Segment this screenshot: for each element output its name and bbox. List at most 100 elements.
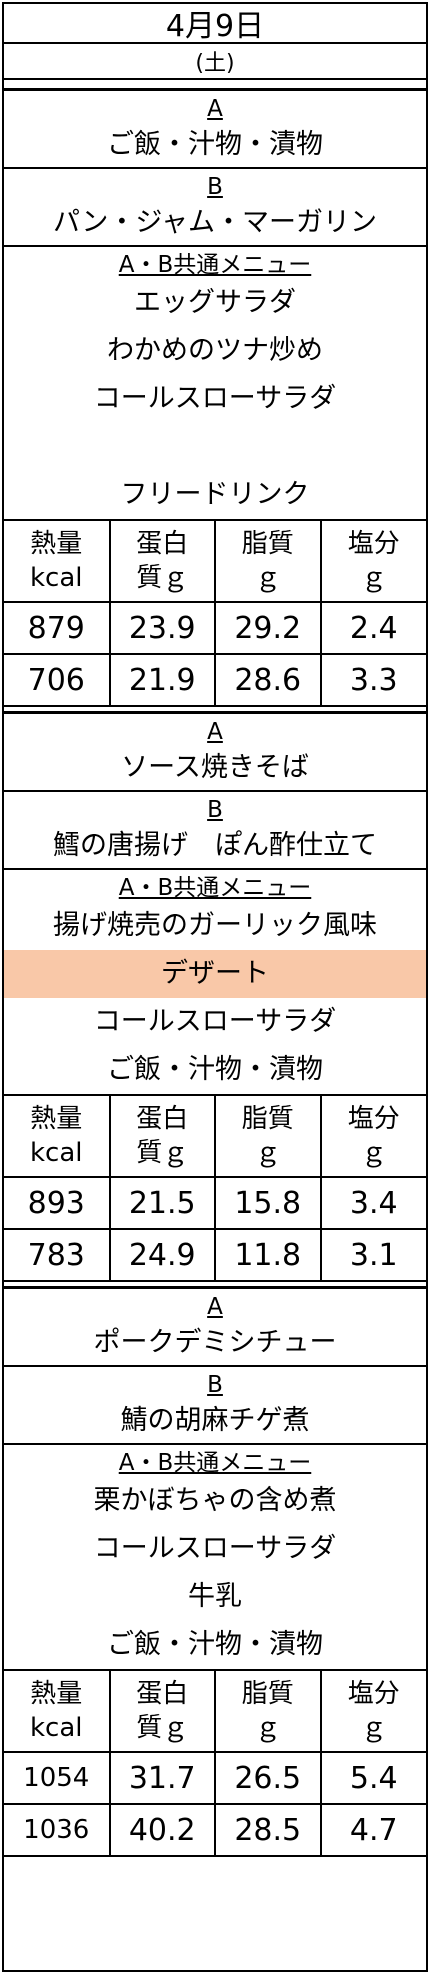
nutrition-header-cell: 熱量 kcal (4, 1096, 111, 1178)
option-a-label: A (207, 1294, 223, 1320)
nutrition-value-cell: 23.9 (108, 601, 216, 655)
nutrition-value-cell: 40.2 (108, 1803, 216, 1857)
nutrition-value-cell: 21.5 (108, 1176, 216, 1230)
nutrition-value-cell: 11.8 (214, 1228, 322, 1282)
header-divider (4, 80, 426, 91)
common-menu-label: A・B共通メニュー (118, 252, 312, 278)
option-a-block: A ポークデミシチュー (4, 1289, 426, 1367)
common-menu-label: A・B共通メニュー (118, 1450, 312, 1476)
nutrition-header-unit: 質ｇ (136, 563, 189, 593)
common-menu-block: A・B共通メニュー揚げ焼売のガーリック風味デザートコールスローサラダ ご飯・汁物・… (4, 870, 426, 1096)
nutrition-header-cell: 脂質 ｇ (214, 1671, 322, 1753)
nutrition-header-unit: kcal (29, 563, 83, 593)
nutrition-value-cell: 24.9 (108, 1228, 216, 1282)
nutrition-value-cell: 26.5 (214, 1751, 322, 1805)
nutrition-header-unit: kcal (29, 1138, 83, 1168)
nutrition-value-cell: 4.7 (319, 1803, 426, 1857)
option-a-dish: ポークデミシチュー (93, 1327, 337, 1358)
nutrition-header-name: 蛋白 (136, 529, 189, 559)
option-b-block: B 鱈の唐揚げ ぽん酢仕立て (4, 792, 426, 870)
nutrition-header-name: 脂質 (241, 1679, 294, 1709)
nutrition-header-cell: 塩分 ｇ (319, 521, 426, 603)
option-b-label: B (207, 1372, 223, 1398)
nutrition-header-name: 蛋白 (136, 1104, 189, 1134)
nutrition-value-cell: 28.6 (214, 653, 322, 707)
nutrition-value-row: 783 24.9 11.8 3.1 (4, 1228, 426, 1282)
menu-sheet: 4月9日 (土) A ご飯・汁物・漬物 B パン・ジャム・マーガリン A・B共通メニュー… (2, 2, 428, 1972)
common-menu-block: A・B共通メニューエッグサラダ わかめのツナ炒め コールスローサラダ フリードリンク (4, 247, 426, 521)
option-b-label: B (207, 174, 223, 200)
option-a-label: A (207, 96, 223, 122)
option-b-block: B パン・ジャム・マーガリン (4, 169, 426, 247)
nutrition-header-cell: 蛋白質ｇ (108, 1096, 216, 1178)
nutrition-header-name: 熱量 (30, 1679, 83, 1709)
nutrition-header-cell: 熱量 kcal (4, 1671, 111, 1753)
nutrition-value-cell: 31.7 (108, 1751, 216, 1805)
nutrition-header-name: 蛋白 (136, 1679, 189, 1709)
common-menu-item: コールスローサラダ (93, 383, 337, 414)
nutrition-header-unit: 質ｇ (136, 1138, 189, 1168)
common-menu-item: ご飯・汁物・漬物 (107, 1054, 323, 1085)
meal-section: A ソース焼きそば B 鱈の唐揚げ ぽん酢仕立て A・B共通メニュー 揚げ焼売のガーリック… (4, 714, 426, 1289)
option-a-dish: ご飯・汁物・漬物 (107, 129, 323, 160)
nutrition-header-cell: 脂質 ｇ (214, 1096, 322, 1178)
common-menu-item: 牛乳 (188, 1581, 242, 1612)
nutrition-header-unit: ｇ (254, 1713, 281, 1743)
nutrition-value-cell: 3.4 (319, 1176, 426, 1230)
common-menu-item: フリードリンク (120, 479, 310, 510)
nutrition-header-name: 熱量 (30, 1104, 83, 1134)
nutrition-value-row: 1036 40.2 28.5 4.7 (4, 1803, 426, 1857)
option-a-block: A ご飯・汁物・漬物 (4, 91, 426, 169)
nutrition-header-name: 塩分 (347, 529, 400, 559)
nutrition-value-row: 879 23.9 29.2 2.4 (4, 601, 426, 655)
nutrition-value-row: 893 21.5 15.8 3.4 (4, 1176, 426, 1230)
nutrition-value-cell: 5.4 (319, 1751, 426, 1805)
common-menu-item: 揚げ焼売のガーリック風味 (53, 910, 377, 941)
nutrition-header-unit: ｇ (254, 1138, 281, 1168)
nutrition-header-name: 塩分 (347, 1104, 400, 1134)
nutrition-header-cell: 蛋白質ｇ (108, 1671, 216, 1753)
nutrition-table: 熱量 kcal 蛋白質ｇ 脂質 ｇ 塩分 ｇ 1054 31.7 26.5 5.4 1036 40.2 2… (4, 1671, 426, 1857)
nutrition-header-name: 熱量 (30, 529, 83, 559)
option-a-block: A ソース焼きそば (4, 714, 426, 792)
common-menu-item: コールスローサラダ (93, 1006, 337, 1037)
nutrition-header-cell: 脂質 ｇ (214, 521, 322, 603)
nutrition-value-cell: 879 (4, 601, 111, 655)
option-a-dish: ソース焼きそば (121, 752, 309, 783)
nutrition-header-unit: ｇ (360, 563, 387, 593)
nutrition-header-cell: 熱量 kcal (4, 521, 111, 603)
menu-date: 4月9日 (4, 4, 426, 44)
nutrition-value-cell: 21.9 (108, 653, 216, 707)
common-menu-item: デザート (4, 950, 426, 998)
common-menu-item: エッグサラダ (134, 287, 296, 318)
nutrition-header-unit: 質ｇ (136, 1713, 189, 1743)
option-b-block: B 鯖の胡麻チゲ煮 (4, 1367, 426, 1445)
nutrition-value-cell: 3.3 (319, 653, 426, 707)
nutrition-table: 熱量 kcal 蛋白 質ｇ 脂質 ｇ 塩分 ｇ 893 21.5 15.8 3.4 783 24.9 11.… (4, 1096, 426, 1282)
common-menu-block: A・B共通メニュー 栗かぼちゃの含め煮 コールスローサラダ 牛乳 ご飯・汁物・漬物 (4, 1445, 426, 1671)
meal-section: A ご飯・汁物・漬物 B パン・ジャム・マーガリン A・B共通メニュー エッグサラダ わかめ… (4, 91, 426, 714)
nutrition-value-cell: 1036 (4, 1803, 111, 1857)
nutrition-header-unit: kcal (29, 1713, 83, 1743)
nutrition-header-cell: 塩分 ｇ (319, 1096, 426, 1178)
common-menu-item: コールスローサラダ (93, 1533, 337, 1564)
common-menu-label: A・B共通メニュー (118, 875, 312, 901)
meal-divider (4, 1282, 426, 1289)
option-b-label: B (207, 797, 223, 823)
meal-divider (4, 707, 426, 714)
nutrition-value-row: 1054 31.7 26.5 5.4 (4, 1751, 426, 1805)
nutrition-header-row: 熱量 kcal 蛋白 質ｇ 脂質 ｇ 塩分 ｇ (4, 1096, 426, 1178)
menu-weekday: (土) (4, 44, 426, 80)
nutrition-header-name: 塩分 (347, 1679, 400, 1709)
nutrition-header-row: 熱量 kcal 蛋白質ｇ 脂質 ｇ 塩分 ｇ (4, 1671, 426, 1753)
nutrition-header-name: 脂質 (241, 1104, 294, 1134)
meal-list: A ご飯・汁物・漬物 B パン・ジャム・マーガリン A・B共通メニュー エッグサラダ わかめ… (4, 91, 426, 1857)
nutrition-header-unit: ｇ (360, 1713, 387, 1743)
nutrition-value-cell: 706 (4, 653, 111, 707)
nutrition-header-unit: ｇ (254, 563, 281, 593)
nutrition-value-cell: 2.4 (319, 601, 426, 655)
common-menu-item: わかめのツナ炒め (107, 335, 323, 366)
nutrition-value-cell: 893 (4, 1176, 111, 1230)
option-b-dish: 鯖の胡麻チゲ煮 (120, 1405, 310, 1436)
nutrition-table: 熱量 kcal 蛋白質ｇ 脂質 ｇ 塩分 ｇ 879 23.9 29.2 2.4 706 21.9 28.… (4, 521, 426, 707)
